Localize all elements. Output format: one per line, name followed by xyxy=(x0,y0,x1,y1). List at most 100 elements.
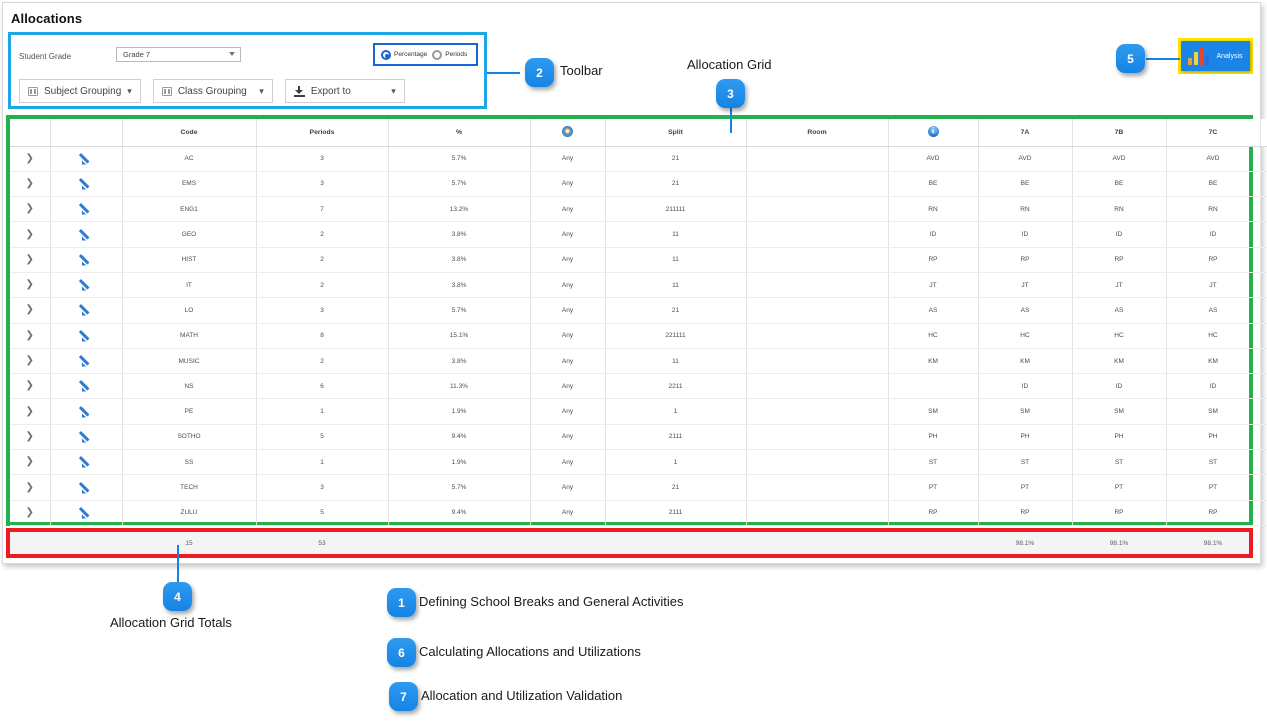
edit-row-button[interactable] xyxy=(50,323,123,349)
cell-7A[interactable]: BE xyxy=(978,171,1073,198)
student-grade-select[interactable]: Grade 7 xyxy=(116,47,241,62)
cell-7D[interactable]: ST xyxy=(1260,449,1267,476)
expand-row-button[interactable]: ❯ xyxy=(10,398,51,425)
cell-7D[interactable]: AS xyxy=(1260,297,1267,324)
cell-7C[interactable]: BE xyxy=(1166,171,1261,198)
cell-time[interactable]: Any xyxy=(530,323,606,349)
cell-teacher[interactable]: RN xyxy=(888,196,979,223)
cell-teacher[interactable]: HC xyxy=(888,323,979,349)
cell-7C[interactable]: PH xyxy=(1166,424,1261,451)
edit-row-button[interactable] xyxy=(50,500,123,526)
table-row[interactable]: ❯SOTHO59.4%Any2111PHPHPHPHPHPH xyxy=(10,424,1267,451)
cell-code[interactable]: NS xyxy=(122,373,257,400)
table-row[interactable]: ❯IT23.8%Any11JTJTJTJTJTJT xyxy=(10,272,1267,299)
cell-split[interactable]: 1 xyxy=(605,449,747,476)
cell-7A[interactable]: AVD xyxy=(978,146,1073,172)
cell-7C[interactable]: PT xyxy=(1166,474,1261,501)
cell-periods[interactable]: 1 xyxy=(256,398,389,425)
cell-7D[interactable]: RN xyxy=(1260,196,1267,223)
cell-periods[interactable]: 3 xyxy=(256,171,389,198)
cell-7B[interactable]: PT xyxy=(1072,474,1167,501)
cell-7B[interactable]: PH xyxy=(1072,424,1167,451)
cell-code[interactable]: ENG1 xyxy=(122,196,257,223)
cell-7A[interactable]: RP xyxy=(978,247,1073,273)
cell-7B[interactable]: HC xyxy=(1072,323,1167,349)
cell-teacher[interactable]: JT xyxy=(888,272,979,299)
cell-percent[interactable]: 5.7% xyxy=(388,171,531,198)
cell-teacher[interactable]: ST xyxy=(888,449,979,476)
table-row[interactable]: ❯AC35.7%Any21AVDAVDAVDAVDAVDAVD xyxy=(10,146,1267,172)
cell-7C[interactable]: AVD xyxy=(1166,146,1261,172)
cell-split[interactable]: 2111 xyxy=(605,500,747,526)
cell-7A[interactable]: PT xyxy=(978,474,1073,501)
analysis-button[interactable]: Analysis xyxy=(1181,41,1250,71)
cell-room[interactable] xyxy=(746,171,889,198)
cell-split[interactable]: 2111 xyxy=(605,424,747,451)
cell-7C[interactable]: AS xyxy=(1166,297,1261,324)
edit-row-button[interactable] xyxy=(50,348,123,375)
expand-row-button[interactable]: ❯ xyxy=(10,348,51,375)
table-row[interactable]: ❯ZULU59.4%Any2111RPRPRPRPRPRP xyxy=(10,500,1267,526)
cell-7A[interactable]: ST xyxy=(978,449,1073,476)
cell-room[interactable] xyxy=(746,348,889,375)
cell-periods[interactable]: 1 xyxy=(256,449,389,476)
cell-periods[interactable]: 2 xyxy=(256,247,389,273)
cell-7C[interactable]: RP xyxy=(1166,500,1261,526)
cell-split[interactable]: 211111 xyxy=(605,196,747,223)
cell-time[interactable]: Any xyxy=(530,196,606,223)
cell-7B[interactable]: AVD xyxy=(1072,146,1167,172)
cell-7A[interactable]: PH xyxy=(978,424,1073,451)
cell-teacher[interactable]: AVD xyxy=(888,146,979,172)
cell-7C[interactable]: RP xyxy=(1166,247,1261,273)
cell-time[interactable]: Any xyxy=(530,171,606,198)
edit-row-button[interactable] xyxy=(50,449,123,476)
cell-7D[interactable]: PT xyxy=(1260,474,1267,501)
cell-7A[interactable]: JT xyxy=(978,272,1073,299)
column-header-percent[interactable]: % xyxy=(388,119,531,147)
expand-row-button[interactable]: ❯ xyxy=(10,171,51,198)
cell-room[interactable] xyxy=(746,424,889,451)
cell-code[interactable]: AC xyxy=(122,146,257,172)
cell-percent[interactable]: 13.2% xyxy=(388,196,531,223)
cell-time[interactable]: Any xyxy=(530,297,606,324)
edit-row-button[interactable] xyxy=(50,424,123,451)
cell-time[interactable]: Any xyxy=(530,373,606,400)
expand-row-button[interactable]: ❯ xyxy=(10,221,51,248)
cell-code[interactable]: MUSIC xyxy=(122,348,257,375)
cell-percent[interactable]: 15.1% xyxy=(388,323,531,349)
edit-row-button[interactable] xyxy=(50,373,123,400)
cell-7D[interactable]: BE xyxy=(1260,171,1267,198)
cell-room[interactable] xyxy=(746,272,889,299)
cell-periods[interactable]: 7 xyxy=(256,196,389,223)
cell-7B[interactable]: AS xyxy=(1072,297,1167,324)
cell-time[interactable]: Any xyxy=(530,221,606,248)
cell-7C[interactable]: ID xyxy=(1166,221,1261,248)
cell-split[interactable]: 11 xyxy=(605,348,747,375)
cell-teacher[interactable]: KM xyxy=(888,348,979,375)
subject-grouping-button[interactable]: Subject Grouping ▾ xyxy=(19,79,141,103)
cell-split[interactable]: 221111 xyxy=(605,323,747,349)
cell-room[interactable] xyxy=(746,449,889,476)
expand-row-button[interactable]: ❯ xyxy=(10,474,51,501)
cell-7A[interactable]: AS xyxy=(978,297,1073,324)
cell-7A[interactable]: SM xyxy=(978,398,1073,425)
cell-split[interactable]: 21 xyxy=(605,474,747,501)
cell-7C[interactable]: RN xyxy=(1166,196,1261,223)
cell-percent[interactable]: 1.9% xyxy=(388,449,531,476)
cell-teacher[interactable]: AS xyxy=(888,297,979,324)
edit-row-button[interactable] xyxy=(50,221,123,248)
cell-percent[interactable]: 1.9% xyxy=(388,398,531,425)
cell-teacher[interactable]: RP xyxy=(888,500,979,526)
cell-periods[interactable]: 6 xyxy=(256,373,389,400)
cell-teacher[interactable]: PH xyxy=(888,424,979,451)
edit-row-button[interactable] xyxy=(50,247,123,273)
cell-time[interactable]: Any xyxy=(530,247,606,273)
expand-row-button[interactable]: ❯ xyxy=(10,424,51,451)
table-row[interactable]: ❯TECH35.7%Any21PTPTPTPTPTPT xyxy=(10,474,1267,501)
cell-7A[interactable]: HC xyxy=(978,323,1073,349)
edit-row-button[interactable] xyxy=(50,272,123,299)
cell-code[interactable]: GEO xyxy=(122,221,257,248)
table-row[interactable]: ❯SS11.9%Any1STSTSTSTSTST xyxy=(10,449,1267,476)
cell-7D[interactable]: RP xyxy=(1260,500,1267,526)
cell-code[interactable]: HIST xyxy=(122,247,257,273)
